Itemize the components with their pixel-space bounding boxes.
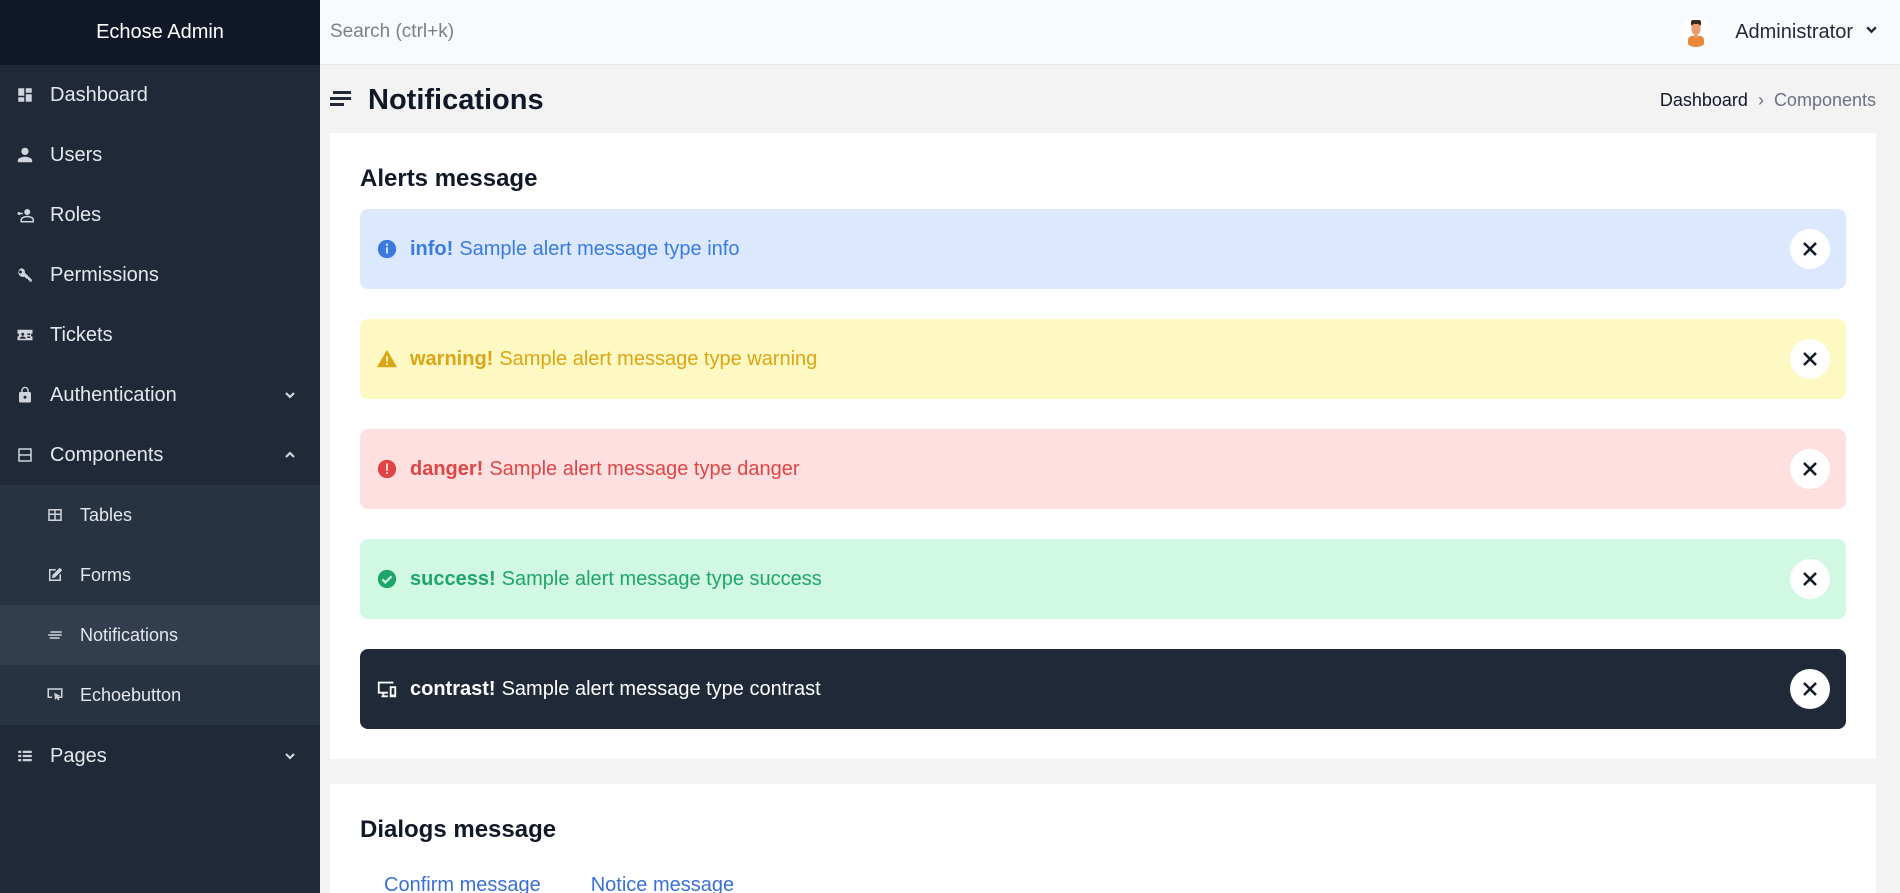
check-circle-icon [376,568,398,590]
components-icon [16,446,34,464]
breadcrumb-current: Components [1773,89,1876,110]
warning-icon [376,348,398,370]
avatar [1681,17,1712,47]
user-name: Administrator [1735,20,1853,43]
sidebar-item-dashboard[interactable]: Dashboard [0,65,320,125]
alert-message: Sample alert message type warning [499,347,818,370]
alert-success: success! Sample alert message type succes… [360,539,1846,619]
close-button[interactable] [1790,449,1830,489]
alert-message: Sample alert message type info [459,237,740,260]
alert-contrast: contrast! Sample alert message type contr… [360,649,1846,729]
alert-danger: danger! Sample alert message type danger [360,429,1846,509]
breadcrumb: Dashboard › Components [1660,90,1878,111]
sidebar-item-components[interactable]: Components [0,425,320,485]
sidebar-item-label: Authentication [50,383,177,406]
notes-icon [46,626,64,644]
sidebar-subitem-label: Echoebutton [80,684,182,705]
topbar: Administrator [320,0,1900,65]
notice-message-link[interactable]: Notice message [591,874,734,893]
page-title: Notifications [368,83,544,116]
close-icon [1803,242,1817,256]
edit-icon [46,566,64,584]
chevron-down-icon [284,750,296,762]
sidebar-nav: Dashboard Users Roles Permissions Ticket… [0,65,320,485]
sidebar-nav-bottom: Pages [0,725,320,787]
close-button[interactable] [1790,559,1830,599]
key-icon [16,266,34,284]
sidebar-subitem-tables[interactable]: Tables [0,485,320,545]
sidebar-item-authentication[interactable]: Authentication [0,365,320,425]
breadcrumb-dashboard-link[interactable]: Dashboard [1660,90,1748,111]
sidebar-item-roles[interactable]: Roles [0,185,320,245]
breadcrumb-separator: › [1757,89,1764,110]
close-icon [1803,572,1817,586]
dialog-links: Confirm message Notice message [384,874,784,893]
sidebar-item-label: Permissions [50,263,159,286]
roles-icon [16,206,34,224]
alert-type: success! [410,567,496,590]
brand-title[interactable]: Echose Admin [0,0,320,65]
close-button[interactable] [1790,339,1830,379]
alerts-card: Alerts message info! Sample alert message… [330,133,1876,759]
sidebar-item-pages[interactable]: Pages [0,725,320,787]
sidebar-item-label: Users [50,143,103,166]
sidebar-subitem-echoebutton[interactable]: Echoebutton [0,665,320,725]
components-submenu: Tables Forms Notifications Echoebutton [0,485,320,725]
alert-warning: warning! Sample alert message type warnin… [360,319,1846,399]
desktop-icon [376,678,398,700]
chevron-down-icon [284,389,296,401]
sidebar-item-label: Components [50,443,164,466]
close-icon [1803,462,1817,476]
chevron-down-icon [1865,23,1878,41]
sidebar-item-permissions[interactable]: Permissions [0,245,320,305]
close-button[interactable] [1790,669,1830,709]
sidebar-subitem-label: Forms [80,564,131,585]
cursor-screen-icon [46,686,64,704]
alert-type: contrast! [410,677,496,700]
sidebar-subitem-notifications[interactable]: Notifications [0,605,320,665]
sidebar-subitem-label: Notifications [80,624,179,645]
user-menu[interactable]: Administrator [1681,0,1900,64]
sidebar-item-users[interactable]: Users [0,125,320,185]
notes-icon [330,89,354,112]
alert-message: Sample alert message type contrast [501,677,821,700]
sidebar-item-label: Tickets [50,323,113,346]
info-icon [376,238,398,260]
search-input[interactable] [320,0,1682,64]
sidebar-item-label: Dashboard [50,83,148,106]
user-icon [16,146,34,164]
dashboard-icon [16,86,34,104]
sidebar-subitem-label: Tables [80,504,133,525]
lock-icon [16,386,34,404]
alert-type: warning! [410,347,494,370]
chevron-up-icon [284,449,296,461]
sidebar: Echose Admin Dashboard Users Roles Permi… [0,0,320,893]
close-icon [1803,352,1817,366]
alert-type: danger! [410,457,484,480]
error-icon [376,458,398,480]
close-icon [1803,682,1817,696]
ticket-icon [16,326,34,344]
confirm-message-link[interactable]: Confirm message [384,874,541,893]
close-button[interactable] [1790,229,1830,269]
alerts-card-title: Alerts message [360,165,538,192]
sidebar-item-tickets[interactable]: Tickets [0,305,320,365]
sidebar-item-label: Pages [50,744,107,767]
alert-message: Sample alert message type danger [489,457,800,480]
table-icon [46,506,64,524]
alert-message: Sample alert message type success [501,567,822,590]
alert-info: info! Sample alert message type info [360,209,1846,289]
sidebar-subitem-forms[interactable]: Forms [0,545,320,605]
dialogs-card: Dialogs message Confirm message Notice m… [330,784,1876,893]
page-header: Notifications Dashboard › Components [330,78,1878,122]
alert-type: info! [410,237,454,260]
sidebar-item-label: Roles [50,203,102,226]
list-icon [16,747,34,765]
dialogs-card-title: Dialogs message [360,816,557,843]
